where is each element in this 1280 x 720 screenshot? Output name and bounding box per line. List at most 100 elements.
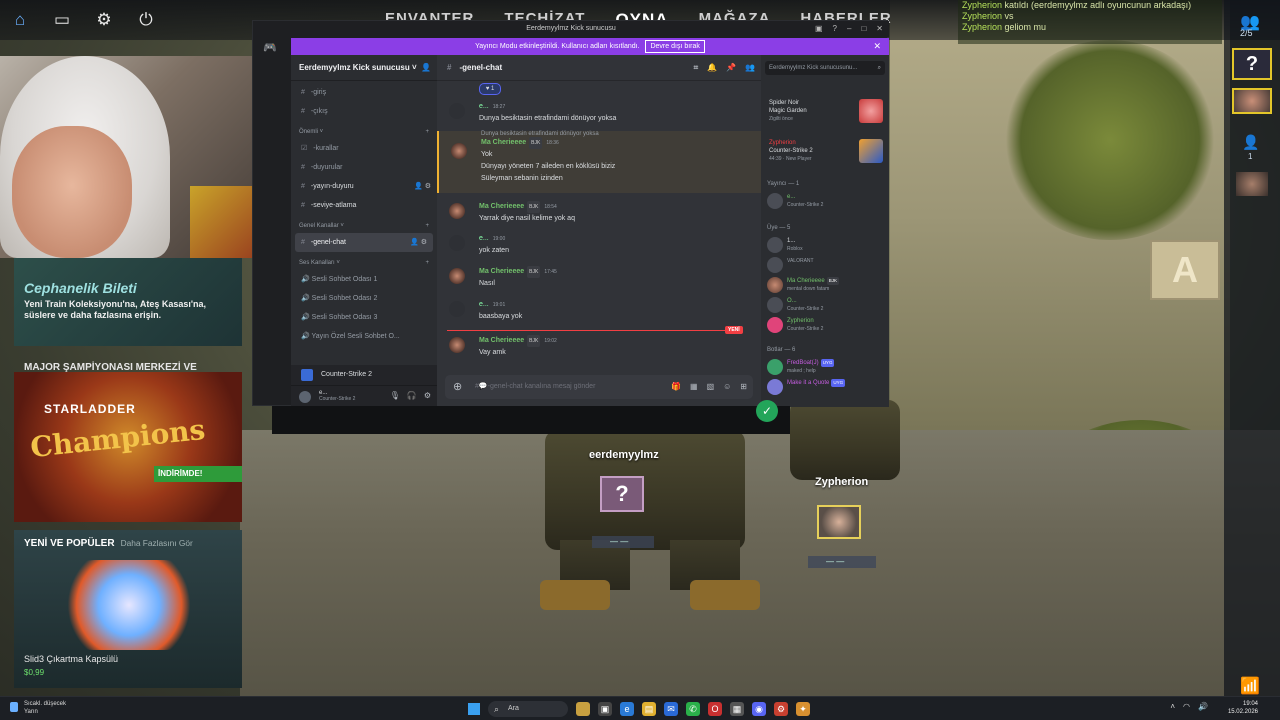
disable-streamer-mode-button[interactable]: Devre dışı bırak [645, 40, 705, 53]
message-avatar[interactable] [451, 143, 467, 159]
home-icon[interactable]: ⌂ [10, 10, 30, 30]
message-avatar[interactable] [449, 235, 465, 251]
close-icon[interactable]: ✕ [876, 21, 883, 37]
message-avatar[interactable] [449, 103, 465, 119]
mail-icon[interactable]: ✉ [664, 702, 678, 716]
user-avatar[interactable] [299, 391, 311, 403]
voice-channel-1[interactable]: 🔊 Sesli Sohbet Odası 1 [291, 270, 437, 289]
inbox-icon[interactable]: ▣ [815, 21, 823, 37]
voice-channel-2[interactable]: 🔊 Sesli Sohbet Odası 2 [291, 289, 437, 308]
banner-close-icon[interactable]: ✕ [873, 38, 881, 55]
whatsapp-icon[interactable]: ✆ [686, 702, 700, 716]
category-voice[interactable]: Ses Kanalları ˅ + [291, 256, 437, 270]
weather-widget[interactable]: Sıcakl. düşecek Yarın [10, 700, 66, 716]
new-popular-promo[interactable]: YENİ VE POPÜLER Daha Fazlasını Gör Slid3 … [14, 530, 242, 688]
message-avatar[interactable] [449, 337, 465, 353]
channel-genel-chat[interactable]: # -genel-chat 👤 ⚙ [295, 233, 433, 252]
voice-channel-4[interactable]: 🔊 Yayın Özel Sesli Sohbet O... [291, 327, 437, 346]
message-avatar[interactable] [449, 301, 465, 317]
member-item[interactable]: VALORANT [767, 255, 885, 275]
sticker-icon[interactable]: ▧ [707, 375, 715, 399]
app-icon[interactable]: ⚙ [774, 702, 788, 716]
reaction-heart[interactable]: ♥ 1 [479, 83, 501, 95]
clock[interactable]: 19:04 15.02.2026 [1228, 700, 1258, 716]
edge-icon[interactable]: e [620, 702, 634, 716]
system-tray: ˄ ◠ 🔊 [1170, 702, 1208, 711]
wifi-icon[interactable]: ◠ [1183, 702, 1190, 711]
cs2-taskbar-icon[interactable]: ✦ [796, 702, 810, 716]
member-item[interactable]: e... Counter-Strike 2 [767, 191, 885, 211]
game-activity[interactable]: Counter-Strike 2 [291, 365, 437, 385]
channel-kurallar[interactable]: ☑ -kurallar [291, 139, 437, 158]
see-more-link[interactable]: Daha Fazlasını Gör [121, 538, 193, 548]
task-view-icon[interactable]: ▣ [598, 702, 612, 716]
calendar-icon[interactable]: ▦ [730, 702, 744, 716]
widget-icon[interactable] [576, 702, 590, 716]
armory-text: Yeni Train Koleksiyonu'na, Ateş Kasası'n… [24, 299, 207, 320]
major-promo[interactable]: STARLADDER Champions İNDİRİMDE! [14, 372, 242, 522]
member-item[interactable]: Zypherion Counter-Strike 2 [767, 315, 885, 335]
channel-yayin-duyuru[interactable]: # -yayın-duyuru 👤 ⚙ [291, 177, 437, 196]
channel-seviye-atlama[interactable]: # -seviye-atlama [291, 196, 437, 215]
folder-icon[interactable]: ▤ [642, 702, 656, 716]
guild-header[interactable]: Eerdemyylmz Kick sunucusu ˅ 👤 [291, 55, 437, 81]
headphones-icon[interactable]: 🎧 [407, 391, 417, 400]
message-avatar[interactable] [449, 203, 465, 219]
opera-icon[interactable]: O [708, 702, 722, 716]
party-slot-unknown[interactable]: ? [1232, 48, 1272, 80]
armory-pass-promo[interactable]: Cephanelik Bileti Yeni Train Koleksiyonu… [14, 258, 242, 346]
member-item[interactable]: Ma Cherieeee BJK mental down fatam [767, 275, 885, 295]
player-1-avatar-unknown[interactable]: ? [600, 476, 644, 512]
live-activity-card[interactable]: Spider Noir Magic Garden Zigilti önce [765, 97, 885, 127]
member-avatar [767, 359, 783, 375]
live-activity-card[interactable]: Zypherion Counter-Strike 2 44:39 · New P… [765, 137, 885, 167]
help-icon[interactable]: ? [833, 21, 837, 37]
chevron-up-icon[interactable]: ˄ [1170, 702, 1175, 711]
voice-channel-3[interactable]: 🔊 Sesli Sohbet Odası 3 [291, 308, 437, 327]
taskbar-search[interactable]: Ara [488, 701, 568, 717]
apps-icon[interactable]: ⊞ [740, 375, 747, 399]
friend-avatar[interactable] [1236, 172, 1268, 196]
category-general[interactable]: Genel Kanallar ˅ + [291, 219, 437, 233]
signal-icon[interactable]: 📶 [1240, 676, 1260, 696]
member-item[interactable]: O... Counter-Strike 2 [767, 295, 885, 315]
new-messages-divider [447, 330, 737, 331]
search-input[interactable]: Eerdemyylmz Kick sunucusunu... ⌕ [765, 61, 885, 75]
message-avatar[interactable] [449, 268, 465, 284]
gift-icon[interactable]: 🎁 [671, 375, 681, 399]
party-slot-avatar[interactable] [1232, 88, 1272, 114]
discord-logo-icon[interactable]: 🎮 [263, 41, 279, 55]
channel-duyurular[interactable]: # -duyurular [291, 158, 437, 177]
member-item[interactable]: 1... Roblox [767, 235, 885, 255]
members-icon[interactable]: 👥 [745, 55, 755, 81]
tv-icon[interactable]: ▭ [52, 10, 72, 30]
add-channel-icon: + [425, 129, 429, 135]
message-input[interactable]: ⊕ #💬-genel-chat kanalına mesaj gönder 🎁 … [445, 375, 753, 399]
power-icon[interactable]: ⏻ [136, 10, 156, 30]
pin-icon[interactable]: 📌 [726, 55, 736, 81]
category-important[interactable]: Önemli ˅ + [291, 125, 437, 139]
maximize-icon[interactable]: □ [861, 21, 866, 37]
channel-cikis[interactable]: # -çıkış [291, 102, 437, 121]
threads-icon[interactable]: ⌗ [694, 55, 699, 81]
minimize-icon[interactable]: – [847, 21, 851, 37]
friends-icon[interactable]: 👤 [1242, 134, 1259, 151]
gear-icon[interactable]: ⚙ [94, 10, 114, 30]
user-settings-icon[interactable]: ⚙ [424, 391, 431, 400]
member-item[interactable]: Make it a Quote UYG [767, 377, 885, 397]
member-item[interactable]: FredBoat(J) UYG maked ; help [767, 357, 885, 377]
member-avatar [767, 257, 783, 273]
channel-giris[interactable]: # -giriş [291, 83, 437, 102]
bell-icon[interactable]: 🔔 [707, 55, 717, 81]
gif-icon[interactable]: ▦ [690, 375, 698, 399]
window-title: Eerdemyylmz Kick sunucusu [526, 25, 616, 32]
player-2-avatar[interactable] [817, 505, 861, 539]
add-member-icon[interactable]: 👤 [421, 55, 431, 81]
start-button[interactable] [468, 703, 480, 715]
add-attachment-icon[interactable]: ⊕ [453, 375, 462, 399]
emoji-icon[interactable]: ☺ [723, 375, 731, 399]
volume-icon[interactable]: 🔊 [1198, 702, 1208, 711]
mic-icon[interactable]: 🎙 [390, 391, 400, 400]
discord-icon[interactable]: ◉ [752, 702, 766, 716]
overlay-action-icon[interactable]: ✓ [756, 400, 778, 422]
